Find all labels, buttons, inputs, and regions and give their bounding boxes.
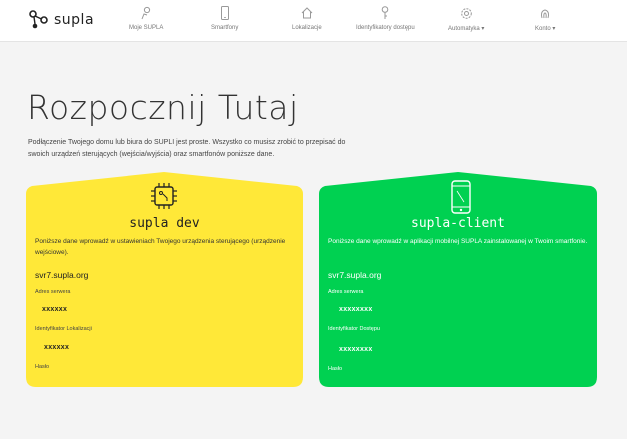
card-title: supla dev [129, 216, 200, 231]
card-title: supla-client [411, 216, 505, 231]
brand-name: supla [54, 12, 95, 28]
server-address-label: Adres serwera [35, 289, 71, 295]
chip-icon [149, 180, 179, 217]
server-address-value[interactable]: svr7.supla.org [328, 270, 381, 280]
password-label: Hasło [328, 366, 343, 372]
server-id-value[interactable]: xxxxxx [42, 306, 67, 313]
gear-hand-icon [140, 6, 152, 20]
nav-item-identyfikatory[interactable]: Identyfikatory dostępu [356, 6, 415, 31]
nav-item-automatyka[interactable]: Automatyka ▾ [448, 6, 484, 32]
supla-dev-card: supla dev Poniższe dane wprowadź w ustaw… [26, 172, 303, 387]
fingerprint-icon [539, 6, 551, 20]
server-address-value[interactable]: svr7.supla.org [35, 270, 88, 280]
access-id-label: Identyfikator Dostępu [328, 326, 380, 332]
location-id-label: Identyfikator Lokalizacji [35, 326, 92, 332]
nav-item-smartfony[interactable]: Smartfony [211, 6, 238, 31]
nav-label: Konto ▾ [535, 26, 556, 32]
nav-item-konto[interactable]: Konto ▾ [535, 6, 555, 32]
nav-label: Automatyka ▾ [448, 26, 485, 32]
smartphone-icon [450, 180, 472, 219]
page-title: Rozpocznij Tutaj [27, 88, 299, 127]
card-description: Poniższe dane wprowadź w aplikacji mobil… [328, 238, 588, 245]
nav-item-moje-supla[interactable]: Moje SUPLA [129, 6, 163, 31]
nav-label: Moje SUPLA [129, 25, 164, 31]
card-description: Poniższe dane wprowadź w ustawieniach Tw… [35, 238, 286, 256]
smartphone-icon [220, 6, 229, 20]
supla-client-card: supla-client Poniższe dane wprowadź w ap… [319, 172, 597, 387]
supla-logo-icon [29, 10, 48, 29]
gear-icon [460, 6, 473, 20]
nav-item-lokalizacje[interactable]: Lokalizacje [292, 6, 322, 31]
location-id-value[interactable]: xxxxxx [44, 344, 69, 351]
nav-label: Smartfony [211, 25, 239, 31]
client-id-value[interactable]: xxxxxxxx [339, 306, 373, 313]
server-address-label: Adres serwera [328, 289, 364, 295]
top-navbar: supla Moje SUPLA Smartfony Lokalizacje I… [0, 0, 627, 42]
password-label: Hasło [35, 364, 50, 370]
intro-text: Podłączenie Twojego domu lub biura do SU… [28, 139, 346, 158]
brand-logo[interactable]: supla [29, 10, 94, 30]
nav-label: Identyfikatory dostępu [356, 25, 415, 31]
nav-label: Lokalizacje [292, 25, 322, 31]
access-id-value[interactable]: xxxxxxxx [339, 346, 373, 353]
key-icon [381, 6, 389, 20]
house-icon [301, 6, 313, 20]
